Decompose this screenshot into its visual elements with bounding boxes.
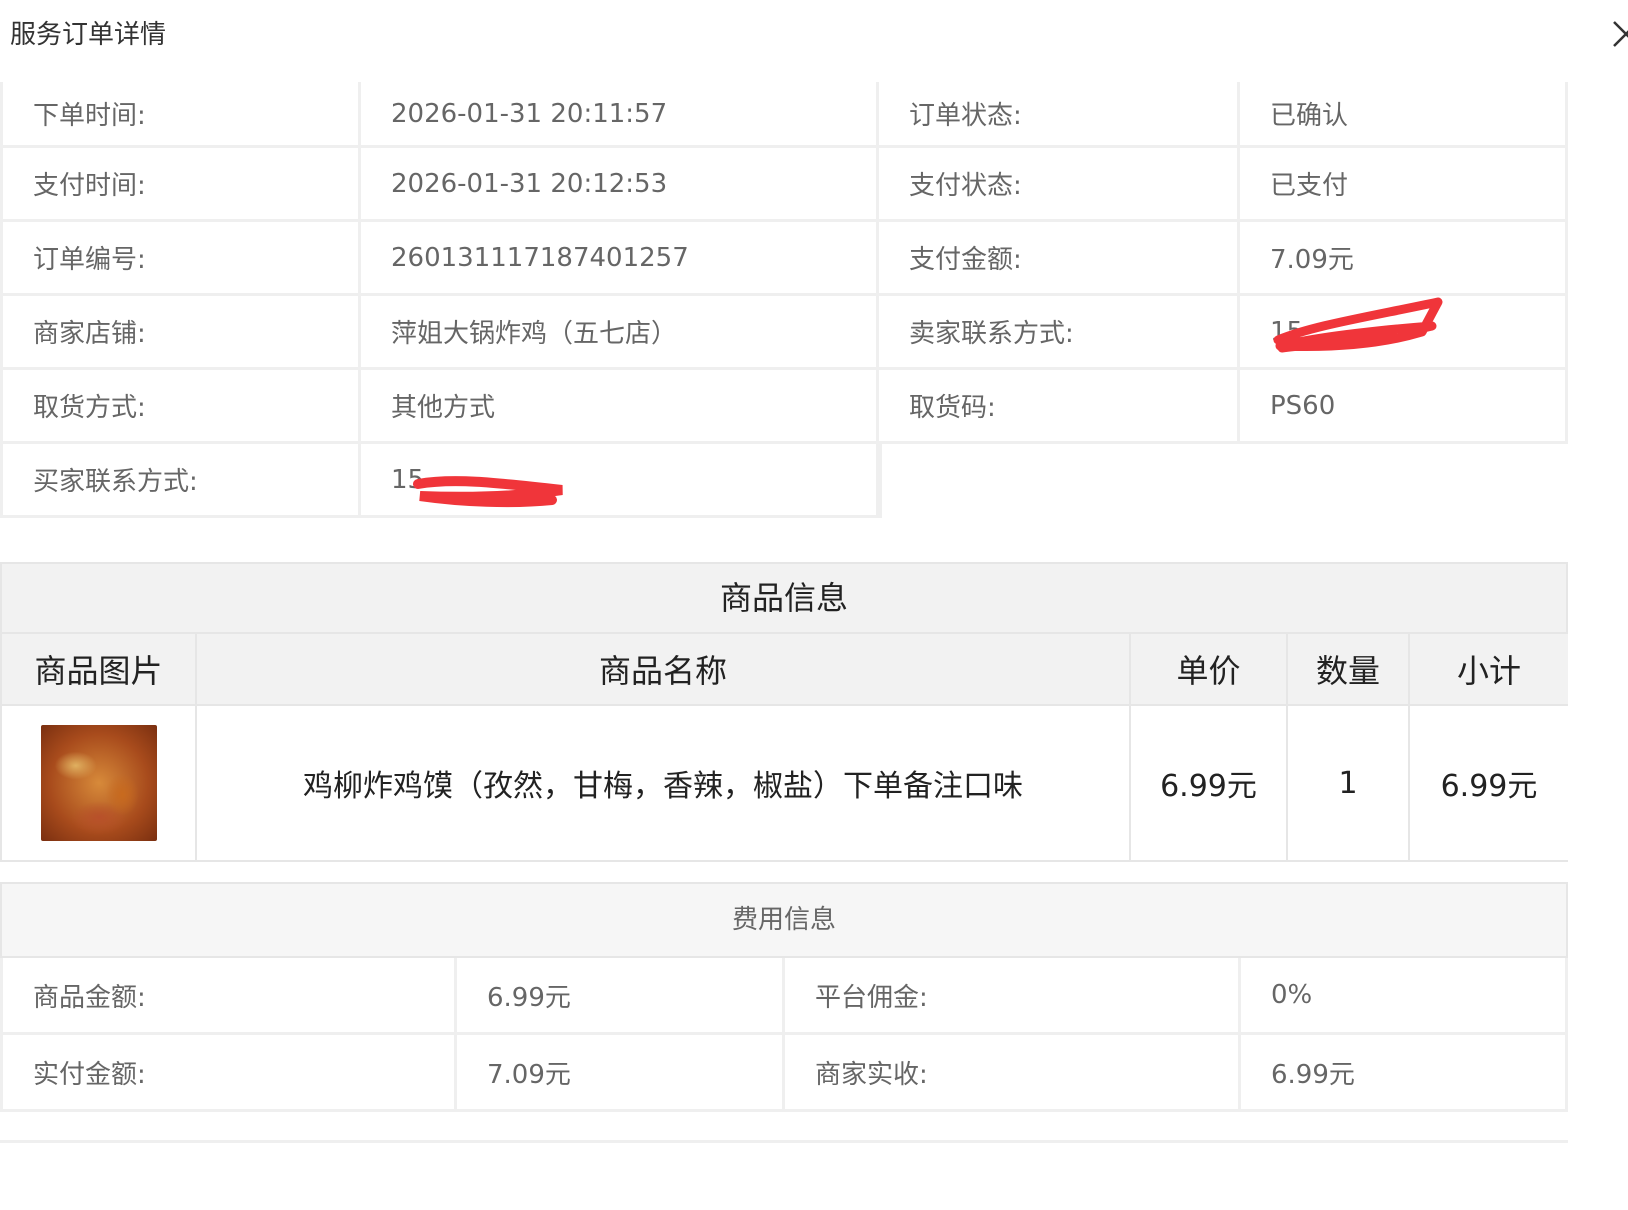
fried-chicken-photo: [40, 725, 157, 841]
pickup-code-value: PS60: [1240, 370, 1568, 444]
seller-contact-label: 卖家联系方式:: [879, 296, 1240, 370]
col-header-subtotal: 小计: [1410, 634, 1568, 706]
order-no-value: 260131117187401257: [361, 222, 879, 296]
buyer-contact-value: 15: [361, 444, 879, 518]
order-info-row: 取货方式: 其他方式 取货码: PS60: [0, 370, 1568, 444]
product-qty: 1: [1288, 706, 1410, 862]
order-info-table: 下单时间: 2026-01-31 20:11:57 订单状态: 已确认 支付时间…: [0, 82, 1568, 518]
merchant-income-label: 商家实收:: [785, 1035, 1241, 1112]
order-info-row: 支付时间: 2026-01-31 20:12:53 支付状态: 已支付: [0, 148, 1568, 222]
goods-amount-value: 6.99元: [457, 958, 785, 1035]
close-icon[interactable]: [1612, 20, 1628, 48]
order-info-row: 订单编号: 260131117187401257 支付金额: 7.09元: [0, 222, 1568, 296]
pickup-method-value: 其他方式: [361, 370, 879, 444]
order-time-value: 2026-01-31 20:11:57: [361, 82, 879, 148]
product-subtotal: 6.99元: [1410, 706, 1568, 862]
commission-label: 平台佣金:: [785, 958, 1241, 1035]
col-header-price: 单价: [1131, 634, 1288, 706]
pay-status-value: 已支付: [1240, 148, 1568, 222]
pickup-method-label: 取货方式:: [0, 370, 361, 444]
pay-time-label: 支付时间:: [0, 148, 361, 222]
order-info-row: 下单时间: 2026-01-31 20:11:57 订单状态: 已确认: [0, 82, 1568, 148]
dialog-title: 服务订单详情: [10, 20, 167, 50]
pickup-code-label: 取货码:: [879, 370, 1240, 444]
shop-value: 萍姐大锅炸鸡（五七店）: [361, 296, 879, 370]
dialog-header: 服务订单详情: [0, 0, 1628, 68]
product-price: 6.99元: [1131, 706, 1288, 862]
pay-time-value: 2026-01-31 20:12:53: [361, 148, 879, 222]
goods-amount-label: 商品金额:: [0, 958, 457, 1035]
fee-row: 商品金额: 6.99元 平台佣金: 0%: [0, 958, 1568, 1035]
order-info-row: 商家店铺: 萍姐大锅炸鸡（五七店） 卖家联系方式: 15: [0, 296, 1568, 370]
divider: [0, 1140, 1568, 1143]
fee-row: 实付金额: 7.09元 商家实收: 6.99元: [0, 1035, 1568, 1112]
pay-status-label: 支付状态:: [879, 148, 1240, 222]
order-time-label: 下单时间:: [0, 82, 361, 148]
product-name: 鸡柳炸鸡馍（孜然，甘梅，香辣，椒盐）下单备注口味: [197, 706, 1131, 862]
seller-contact-value: 15: [1240, 296, 1568, 370]
fee-section-title: 费用信息: [0, 882, 1568, 958]
order-no-label: 订单编号:: [0, 222, 361, 296]
paid-amount-label: 实付金额:: [0, 1035, 457, 1112]
buyer-contact-label: 买家联系方式:: [0, 444, 361, 518]
goods-header-row: 商品图片 商品名称 单价 数量 小计: [0, 634, 1568, 706]
paid-amount-value: 7.09元: [457, 1035, 785, 1112]
commission-value: 0%: [1241, 958, 1568, 1035]
product-image-cell: [0, 706, 197, 862]
col-header-qty: 数量: [1288, 634, 1410, 706]
goods-table: 商品图片 商品名称 单价 数量 小计 鸡柳炸鸡馍（孜然，甘梅，香辣，椒盐）下单备…: [0, 634, 1568, 862]
order-status-label: 订单状态:: [879, 82, 1240, 148]
goods-section-title: 商品信息: [0, 562, 1568, 634]
fee-info-table: 商品金额: 6.99元 平台佣金: 0% 实付金额: 7.09元 商家实收: 6…: [0, 958, 1568, 1112]
order-info-row: 买家联系方式: 15: [0, 444, 1568, 518]
merchant-income-value: 6.99元: [1241, 1035, 1568, 1112]
pay-amount-value: 7.09元: [1240, 222, 1568, 296]
col-header-name: 商品名称: [197, 634, 1131, 706]
pay-amount-label: 支付金额:: [879, 222, 1240, 296]
col-header-image: 商品图片: [0, 634, 197, 706]
empty-cell: [879, 444, 1568, 518]
table-row: 鸡柳炸鸡馍（孜然，甘梅，香辣，椒盐）下单备注口味 6.99元 1 6.99元: [0, 706, 1568, 862]
order-status-value: 已确认: [1240, 82, 1568, 148]
shop-label: 商家店铺:: [0, 296, 361, 370]
